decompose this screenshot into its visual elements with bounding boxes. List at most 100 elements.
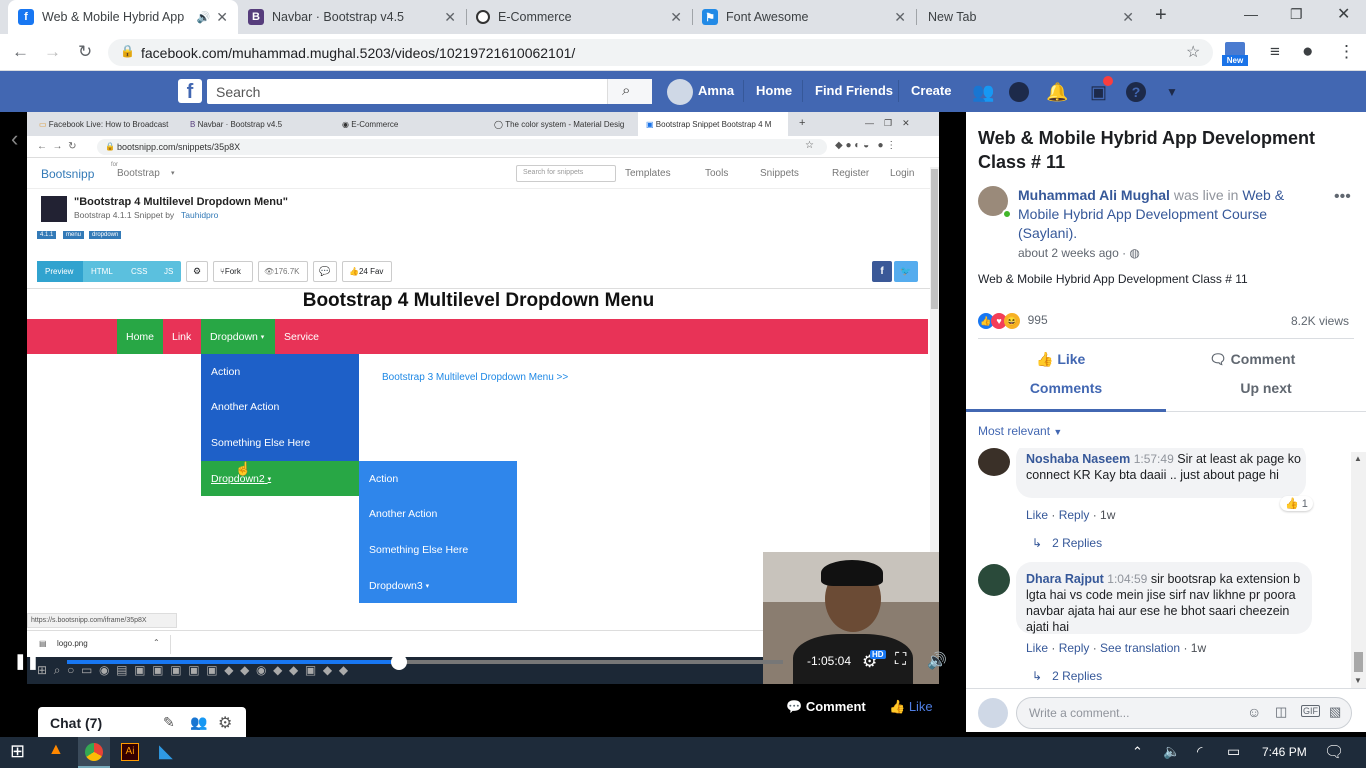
commenter-name[interactable]: Dhara Rajput bbox=[1026, 572, 1104, 586]
comment-reply-link[interactable]: Reply bbox=[1059, 508, 1090, 522]
speaker-icon[interactable]: 🔊 bbox=[197, 11, 211, 24]
sticker-icon[interactable]: ▧ bbox=[1329, 704, 1341, 720]
reaction-summary[interactable]: 👍 ♥ 😆 995 bbox=[978, 312, 1048, 329]
chrome-icon bbox=[85, 743, 103, 761]
chrome-taskbar-button[interactable] bbox=[78, 737, 110, 768]
new-tab-plus-icon[interactable]: + bbox=[1155, 4, 1167, 27]
window-close-icon[interactable]: ✕ bbox=[1337, 4, 1350, 24]
minimize-icon[interactable]: — bbox=[1244, 6, 1258, 22]
commenter-avatar[interactable] bbox=[978, 564, 1010, 596]
tab-facebook-video[interactable]: f Web & Mobile Hybrid App 🔊 ✕ bbox=[8, 0, 238, 34]
notification-badge bbox=[1103, 76, 1113, 86]
close-tab-icon[interactable]: ✕ bbox=[216, 9, 228, 26]
close-tab-icon[interactable]: ✕ bbox=[444, 9, 456, 26]
gif-icon[interactable]: GIF bbox=[1301, 705, 1320, 717]
view-replies-link[interactable]: ↳ 2 Replies bbox=[1032, 536, 1102, 550]
author-name-link[interactable]: Muhammad Ali Mughal bbox=[1018, 187, 1170, 203]
previous-video-chevron-icon[interactable]: ‹ bbox=[11, 126, 18, 152]
home-link[interactable]: Home bbox=[756, 83, 792, 98]
profile-icon[interactable]: ● bbox=[1302, 41, 1313, 63]
tab-new-tab[interactable]: New Tab ✕ bbox=[916, 0, 1144, 34]
like-action[interactable]: 👍 Like bbox=[889, 699, 933, 715]
wifi-icon[interactable]: ◜ bbox=[1197, 743, 1202, 760]
tab-bootstrap-navbar[interactable]: B Navbar · Bootstrap v4.5 ✕ bbox=[238, 0, 466, 34]
restore-icon[interactable]: ❐ bbox=[1290, 6, 1303, 23]
post-time[interactable]: about 2 weeks ago · bbox=[1018, 246, 1126, 260]
comment-like-count[interactable]: 👍 1 bbox=[1280, 496, 1313, 511]
inner-tab-title: Bootstrap Snippet Bootstrap 4 M bbox=[655, 119, 772, 129]
battery-icon[interactable]: ▭ bbox=[1227, 743, 1240, 760]
inner-tab-title: Facebook Live: How to Broadcast bbox=[48, 119, 169, 129]
clock[interactable]: 7:46 PM bbox=[1262, 745, 1307, 759]
account-dropdown-icon[interactable]: ▼ bbox=[1166, 85, 1178, 99]
comment-timestamp[interactable]: 1:57:49 bbox=[1134, 452, 1174, 466]
emoji-icon[interactable]: ☺ bbox=[1247, 704, 1261, 720]
help-icon[interactable]: ? bbox=[1126, 82, 1146, 102]
vscode-icon[interactable]: ◣ bbox=[159, 741, 173, 762]
hd-badge: HD bbox=[870, 650, 886, 659]
comment-like-link[interactable]: Like bbox=[1026, 508, 1048, 522]
post-description: Web & Mobile Hybrid App Development Clas… bbox=[978, 272, 1248, 286]
comments-scrollbar[interactable]: ▲ ▼ bbox=[1351, 452, 1366, 688]
tab-ecommerce[interactable]: E-Commerce ✕ bbox=[466, 0, 692, 34]
close-tab-icon[interactable]: ✕ bbox=[1122, 9, 1134, 26]
comment-like-link[interactable]: Like bbox=[1026, 641, 1048, 655]
more-options-icon[interactable]: ••• bbox=[1334, 188, 1351, 206]
show-hidden-icons-chevron-icon[interactable]: ⌃ bbox=[1132, 744, 1143, 760]
create-link[interactable]: Create bbox=[911, 83, 951, 98]
chat-sidebar-tab[interactable]: Chat (7) ✎ 👥 ⚙ bbox=[38, 707, 246, 739]
media-control-icon[interactable]: ≡ bbox=[1270, 42, 1280, 62]
avatar[interactable] bbox=[667, 79, 693, 105]
reload-icon[interactable]: ↻ bbox=[78, 42, 92, 62]
friend-requests-icon[interactable]: 👥 bbox=[972, 82, 994, 103]
comment-bubble-icon: 💬 bbox=[313, 261, 337, 282]
tag: dropdown bbox=[89, 231, 122, 239]
new-message-icon[interactable]: ✎ bbox=[163, 714, 175, 731]
profile-link[interactable]: Amna bbox=[698, 83, 734, 98]
close-tab-icon[interactable]: ✕ bbox=[894, 9, 906, 26]
tab-title: Font Awesome bbox=[726, 10, 809, 24]
vlc-icon[interactable]: ▲ bbox=[48, 741, 64, 759]
view-replies-link[interactable]: ↳ 2 Replies bbox=[1032, 669, 1102, 683]
progress-fill bbox=[67, 660, 400, 664]
volume-tray-icon[interactable]: 🔈 bbox=[1163, 743, 1180, 760]
group-icon[interactable]: 👥 bbox=[190, 714, 207, 731]
camera-icon[interactable]: ◫ bbox=[1275, 704, 1287, 720]
find-friends-link[interactable]: Find Friends bbox=[815, 83, 893, 98]
address-bar[interactable]: 🔒 facebook.com/muhammad.mughal.5203/vide… bbox=[108, 39, 1213, 66]
volume-icon[interactable]: 🔊 bbox=[927, 651, 947, 671]
comment-action[interactable]: 💬 Comment bbox=[786, 699, 866, 715]
sort-dropdown[interactable]: Most relevant ▼ bbox=[978, 424, 1062, 438]
demo-dropdown-item: Another Action bbox=[211, 401, 280, 413]
close-tab-icon[interactable]: ✕ bbox=[670, 9, 682, 26]
facebook-search-input[interactable]: Search ⌕ bbox=[207, 79, 652, 104]
comment-timestamp[interactable]: 1:04:59 bbox=[1107, 572, 1147, 586]
facebook-share-icon: f bbox=[872, 261, 892, 282]
write-comment-input[interactable]: Write a comment... ☺ ◫ GIF ▧ bbox=[1016, 697, 1352, 729]
tab-font-awesome[interactable]: ⚑ Font Awesome ✕ bbox=[692, 0, 916, 34]
like-button[interactable]: 👍 Like bbox=[1036, 351, 1085, 368]
fullscreen-icon[interactable]: ⛶ bbox=[895, 651, 906, 669]
commenter-avatar[interactable] bbox=[978, 448, 1010, 476]
notifications-bell-icon[interactable]: 🔔 bbox=[1046, 82, 1068, 103]
facebook-logo-icon[interactable]: f bbox=[178, 79, 202, 103]
search-button[interactable]: ⌕ bbox=[607, 79, 652, 104]
menu-kebab-icon[interactable]: ⋮ bbox=[1338, 42, 1355, 62]
comment-reply-link[interactable]: Reply bbox=[1059, 641, 1090, 655]
commenter-name[interactable]: Noshaba Naseem bbox=[1026, 452, 1130, 466]
tab-comments[interactable]: Comments bbox=[966, 376, 1166, 412]
comment-button[interactable]: 🗨 Comment bbox=[1209, 351, 1295, 368]
chat-settings-gear-icon[interactable]: ⚙ bbox=[218, 713, 232, 733]
action-center-icon[interactable]: 🗨 bbox=[1324, 742, 1344, 762]
bookmark-star-icon[interactable]: ☆ bbox=[1186, 42, 1200, 62]
extension-icon[interactable]: New bbox=[1222, 40, 1248, 66]
illustrator-icon[interactable]: Ai bbox=[121, 743, 139, 761]
see-translation-link[interactable]: See translation bbox=[1100, 641, 1180, 655]
status-bar-url: https://s.bootsnipp.com/iframe/35p8X bbox=[27, 613, 177, 628]
forward-icon[interactable]: → bbox=[44, 42, 61, 62]
tab-up-next[interactable]: Up next bbox=[1166, 376, 1366, 412]
pause-icon[interactable]: ❚❚ bbox=[14, 652, 39, 670]
back-icon[interactable]: ← bbox=[12, 42, 29, 62]
windows-start-icon[interactable]: ⊞ bbox=[10, 741, 25, 762]
messenger-icon[interactable] bbox=[1009, 82, 1029, 102]
